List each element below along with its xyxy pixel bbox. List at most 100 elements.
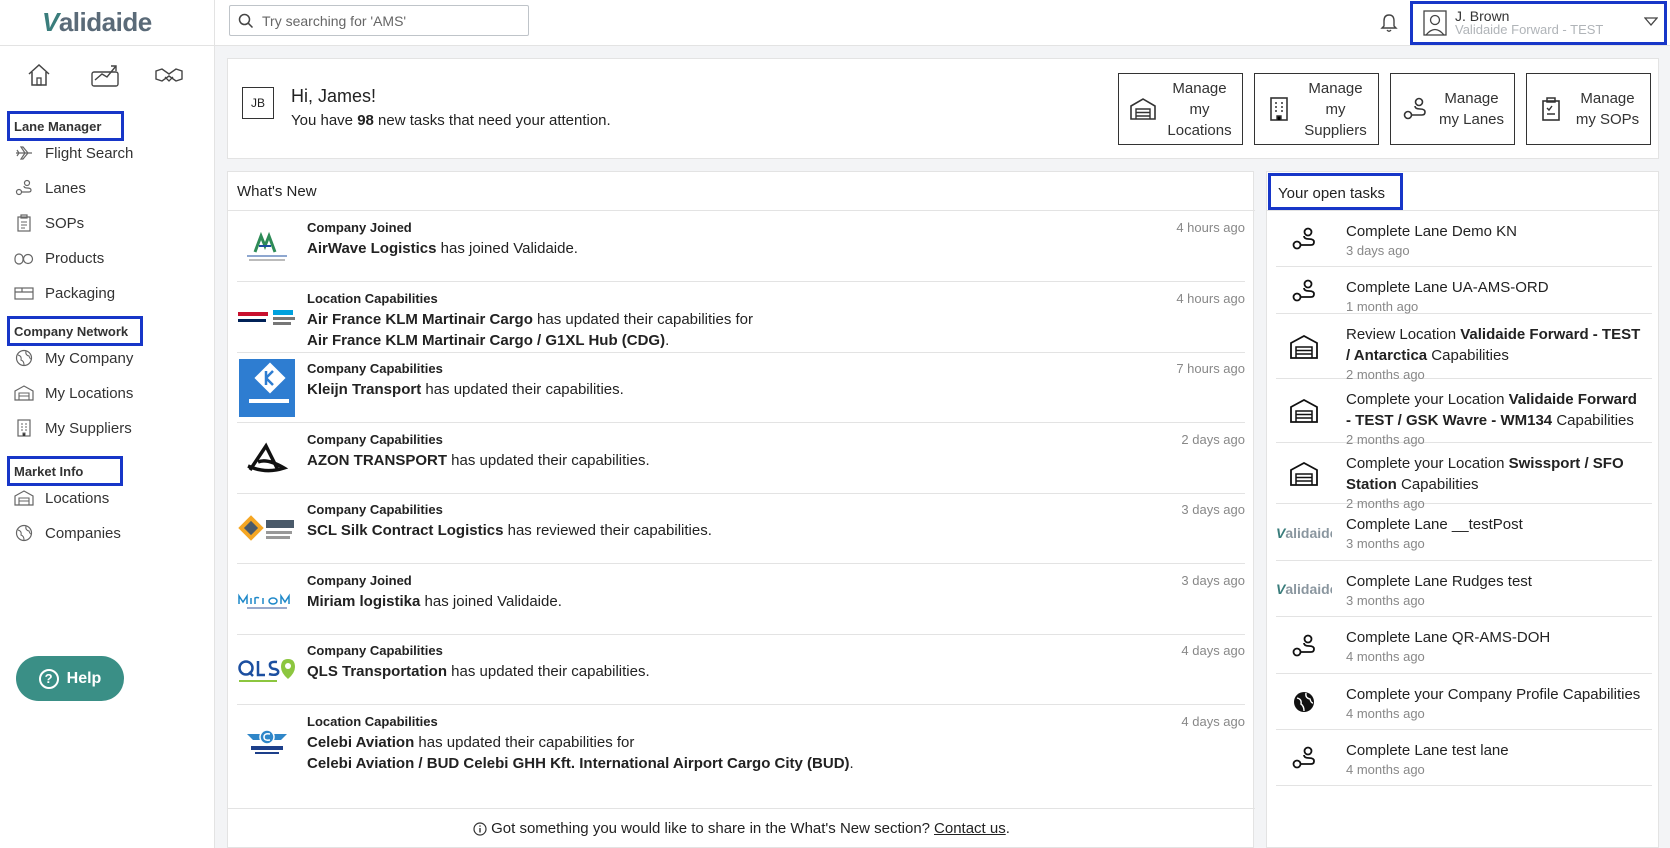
warehouse-icon xyxy=(14,488,34,508)
task-item[interactable]: Complete Lane QR-AMS-DOH 4 months ago xyxy=(1276,617,1652,674)
sidebar-item-lanes[interactable]: Lanes xyxy=(14,176,86,200)
handshake-icon[interactable] xyxy=(154,62,184,91)
contact-us-link[interactable]: Contact us xyxy=(934,820,1006,837)
news-company[interactable]: QLS Transportation xyxy=(307,663,447,680)
task-date: 4 months ago xyxy=(1346,762,1425,777)
greeting-title: Hi, James! xyxy=(291,86,377,106)
task-item[interactable]: Complete your Company Profile Capabiliti… xyxy=(1276,674,1652,730)
news-kind: Company Capabilities xyxy=(307,361,443,376)
search-input[interactable] xyxy=(262,12,512,29)
task-item[interactable]: Review Location Validaide Forward - TEST… xyxy=(1276,314,1652,382)
package-icon xyxy=(14,283,34,303)
question-icon: ? xyxy=(38,668,59,689)
task-item[interactable]: Complete Lane UA-AMS-ORD 1 month ago xyxy=(1276,267,1652,314)
sidebar-item-my-locations[interactable]: My Locations xyxy=(14,381,133,405)
search-icon xyxy=(238,13,254,28)
news-item[interactable]: Company Capabilities Kleijn Transport ha… xyxy=(237,352,1245,423)
warehouse-icon xyxy=(1276,334,1332,359)
tasks-count: 98 xyxy=(357,112,374,129)
sidebar-item-products[interactable]: Products xyxy=(14,246,104,270)
news-company[interactable]: AZON TRANSPORT xyxy=(307,452,447,469)
route-icon xyxy=(1276,746,1332,770)
open-tasks-panel: Your open tasks Complete Lane Demo KN 3 … xyxy=(1266,171,1660,848)
info-icon xyxy=(473,821,487,836)
chevron-down-icon[interactable] xyxy=(1644,17,1658,27)
user-menu[interactable]: J. Brown Validaide Forward - TEST xyxy=(1410,1,1667,45)
svg-text:Validaide: Validaide xyxy=(1276,525,1332,541)
news-location[interactable]: Air France KLM Martinair Cargo / G1XL Hu… xyxy=(307,332,665,349)
manage-locations-button[interactable]: Manage my Locations xyxy=(1118,73,1243,145)
sidebar-top-icons xyxy=(0,62,215,92)
news-message: Kleijn Transport has updated their capab… xyxy=(307,381,624,398)
sidebar-item-my-suppliers[interactable]: My Suppliers xyxy=(14,416,132,440)
news-company[interactable]: Air France KLM Martinair Cargo xyxy=(307,311,533,328)
task-item[interactable]: Complete your Location Validaide Forward… xyxy=(1276,379,1652,447)
manage-sops-button[interactable]: Manage my SOPs xyxy=(1526,73,1651,145)
sidebar: Lane Manager Flight Search Lanes SOPs Pr… xyxy=(0,46,215,848)
sidebar-item-my-company[interactable]: My Company xyxy=(14,346,133,370)
task-title: Complete Lane Demo KN xyxy=(1346,223,1517,240)
news-timestamp: 7 hours ago xyxy=(1176,361,1245,376)
news-timestamp: 2 days ago xyxy=(1181,431,1245,447)
pills-icon xyxy=(14,248,34,268)
news-item[interactable]: Location Capabilities Celebi Aviation ha… xyxy=(237,705,1245,776)
news-location[interactable]: Celebi Aviation / BUD Celebi GHH Kft. In… xyxy=(307,755,850,772)
task-date: 3 days ago xyxy=(1346,243,1410,258)
news-item[interactable]: Company Capabilities AZON TRANSPORT has … xyxy=(237,423,1245,494)
news-company[interactable]: AirWave Logistics xyxy=(307,240,436,257)
news-kind: Location Capabilities xyxy=(307,290,438,306)
news-company[interactable]: Miriam logistika xyxy=(307,593,420,610)
company-logo xyxy=(237,570,297,630)
home-icon[interactable] xyxy=(26,62,52,91)
news-item[interactable]: Company Joined Miriam logistika has join… xyxy=(237,564,1245,635)
trend-icon[interactable] xyxy=(90,62,120,91)
task-item[interactable]: Complete Lane test lane 4 months ago xyxy=(1276,730,1652,786)
sidebar-item-companies[interactable]: Companies xyxy=(14,521,121,545)
news-company[interactable]: Celebi Aviation xyxy=(307,734,414,751)
user-organization: Validaide Forward - TEST xyxy=(1455,22,1604,37)
news-timestamp: 3 days ago xyxy=(1181,502,1245,517)
divider xyxy=(214,0,215,46)
news-kind: Company Capabilities xyxy=(307,502,443,517)
section-company-network: Company Network xyxy=(7,316,143,346)
news-company[interactable]: Kleijn Transport xyxy=(307,381,421,398)
manage-lanes-button[interactable]: Manage my Lanes xyxy=(1390,73,1515,145)
warehouse-icon xyxy=(1276,461,1332,486)
news-item[interactable]: Location Capabilities Air France KLM Mar… xyxy=(237,282,1245,353)
manage-suppliers-button[interactable]: Manage my Suppliers xyxy=(1254,73,1379,145)
bell-icon[interactable] xyxy=(1378,12,1400,34)
company-logo xyxy=(237,499,297,559)
news-kind: Company Capabilities xyxy=(307,431,443,447)
sidebar-item-sops[interactable]: SOPs xyxy=(14,211,84,235)
building-icon xyxy=(1265,97,1293,121)
task-title: Complete Lane Rudges test xyxy=(1346,573,1532,590)
news-item[interactable]: Company Joined AirWave Logistics has joi… xyxy=(237,211,1245,282)
warehouse-icon xyxy=(1276,399,1332,423)
task-item[interactable]: Validaide Complete Lane Rudges test 3 mo… xyxy=(1276,561,1652,617)
clipboard-icon xyxy=(1537,97,1565,121)
building-icon xyxy=(14,418,34,438)
task-date: 3 months ago xyxy=(1346,593,1425,608)
whats-new-panel: What's New Company Joined AirWave Logist… xyxy=(227,171,1255,848)
task-item[interactable]: Complete Lane Demo KN 3 days ago xyxy=(1276,211,1652,267)
task-title: Complete Lane test lane xyxy=(1346,742,1509,759)
task-title: Complete your Location Validaide Forward… xyxy=(1346,391,1637,429)
task-title: Complete Lane QR-AMS-DOH xyxy=(1346,629,1551,646)
sidebar-item-packaging[interactable]: Packaging xyxy=(14,281,115,305)
sidebar-item-locations[interactable]: Locations xyxy=(14,486,109,510)
sidebar-item-flight-search[interactable]: Flight Search xyxy=(14,141,133,165)
news-item[interactable]: Company Capabilities QLS Transportation … xyxy=(237,634,1245,705)
news-item[interactable]: Company Capabilities SCL Silk Contract L… xyxy=(237,493,1245,564)
section-lane-manager: Lane Manager xyxy=(7,111,124,141)
news-message: QLS Transportation has updated their cap… xyxy=(307,663,650,680)
route-icon xyxy=(1276,279,1332,303)
task-item[interactable]: Complete your Location Swissport / SFO S… xyxy=(1276,443,1652,511)
news-company[interactable]: SCL Silk Contract Logistics xyxy=(307,522,503,539)
task-item[interactable]: Validaide Complete Lane __testPost 3 mon… xyxy=(1276,504,1652,561)
validaide-logo[interactable]: Validaide xyxy=(42,7,152,38)
company-logo xyxy=(237,358,297,418)
search-box[interactable] xyxy=(229,5,529,36)
help-button[interactable]: ? Help xyxy=(16,656,124,701)
company-logo xyxy=(237,288,297,348)
news-timestamp: 4 hours ago xyxy=(1176,220,1245,235)
